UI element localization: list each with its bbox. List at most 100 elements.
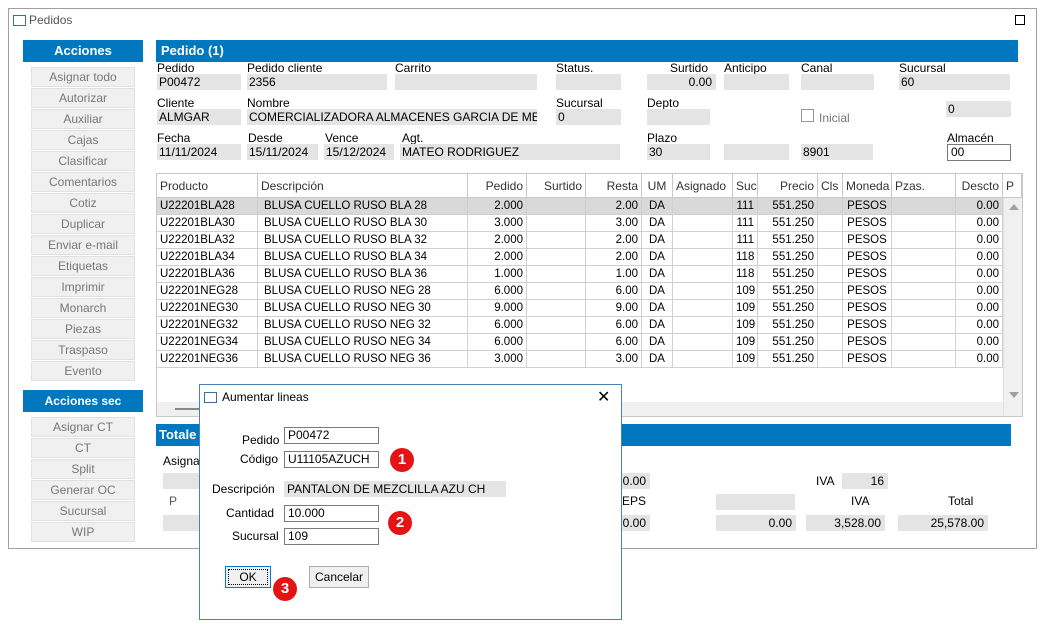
dlg-sucursal-input[interactable]: 109 xyxy=(284,528,379,545)
table-cell xyxy=(892,215,956,232)
col-header-moneda[interactable]: Moneda xyxy=(843,174,892,198)
accion-button-etiquetas[interactable]: Etiquetas xyxy=(31,256,135,276)
table-cell: 0.00 xyxy=(956,215,1003,232)
accion-button-clasificar[interactable]: Clasificar xyxy=(31,151,135,171)
cancel-button[interactable]: Cancelar xyxy=(309,566,369,588)
code-field[interactable]: 8901 xyxy=(801,144,873,160)
table-row[interactable]: U22201NEG30 BLUSA CUELLO RUSO NEG 30 9.000… xyxy=(157,300,1003,317)
desde-field[interactable]: 15/11/2024 xyxy=(247,144,318,160)
col-header-resta[interactable]: Resta xyxy=(586,174,642,198)
plazo-label: Plazo xyxy=(647,131,678,145)
accion-button-enviar-e-mail[interactable]: Enviar e-mail xyxy=(31,235,135,255)
table-row[interactable]: U22201BLA28 BLUSA CUELLO RUSO BLA 28 2.000… xyxy=(157,198,1003,215)
table-cell xyxy=(673,232,733,249)
close-icon[interactable]: ✕ xyxy=(597,387,610,407)
accion-sec-button-ct[interactable]: CT xyxy=(31,438,135,458)
accion-sec-button-generar-oc[interactable]: Generar OC xyxy=(31,480,135,500)
table-row[interactable]: U22201BLA34 BLUSA CUELLO RUSO BLA 34 2.000… xyxy=(157,249,1003,266)
accion-sec-button-asignar-ct[interactable]: Asignar CT xyxy=(31,417,135,437)
ok-button[interactable]: OK xyxy=(225,566,271,588)
col-header-pedido[interactable]: Pedido xyxy=(468,174,527,198)
maximize-icon[interactable] xyxy=(1015,15,1025,25)
col-header-asignado[interactable]: Asignado xyxy=(673,174,733,198)
table-row[interactable]: U22201BLA32 BLUSA CUELLO RUSO BLA 32 2.000… xyxy=(157,232,1003,249)
vence-field[interactable]: 15/12/2024 xyxy=(324,144,394,160)
anticipo-field[interactable] xyxy=(724,74,789,90)
accion-sec-button-sucursal[interactable]: Sucursal xyxy=(31,501,135,521)
accion-button-traspaso[interactable]: Traspaso xyxy=(31,340,135,360)
accion-button-cajas[interactable]: Cajas xyxy=(31,130,135,150)
table-cell xyxy=(892,317,956,334)
table-cell: 2.000 xyxy=(468,198,527,215)
pedido-field[interactable]: P00472 xyxy=(157,74,241,90)
sucursal2-field[interactable]: 0 xyxy=(556,109,621,125)
table-cell: U22201BLA32 xyxy=(157,232,258,249)
col-header-cls[interactable]: Cls xyxy=(818,174,843,198)
dlg-pedido-input[interactable]: P00472 xyxy=(284,427,379,444)
accion-button-asignar-todo[interactable]: Asignar todo xyxy=(31,67,135,87)
accion-button-duplicar[interactable]: Duplicar xyxy=(31,214,135,234)
scroll-down-icon[interactable] xyxy=(1009,392,1019,398)
dlg-cantidad-input[interactable]: 10.000 xyxy=(284,505,379,522)
table-row[interactable]: U22201NEG32 BLUSA CUELLO RUSO NEG 32 6.000… xyxy=(157,317,1003,334)
accion-button-evento[interactable]: Evento xyxy=(31,361,135,381)
col-header-precio[interactable]: Precio xyxy=(758,174,818,198)
col-header-suc-[interactable]: Suc. xyxy=(733,174,758,198)
table-cell: 6.00 xyxy=(586,317,642,334)
table-cell xyxy=(818,232,843,249)
table-cell: DA xyxy=(642,232,673,249)
fecha-field[interactable]: 11/11/2024 xyxy=(157,144,241,160)
sucursal-field[interactable]: 60 xyxy=(899,74,1010,90)
table-cell: 3.00 xyxy=(586,215,642,232)
table-cell: 111 xyxy=(733,215,758,232)
nombre-field[interactable]: COMERCIALIZADORA ALMACENES GARCIA DE MEX… xyxy=(247,109,537,125)
dlg-pedido-label: Pedido xyxy=(242,433,280,447)
almacen-input[interactable]: 00 xyxy=(947,144,1011,161)
col-header-producto[interactable]: Producto xyxy=(157,174,258,198)
accion-button-comentarios[interactable]: Comentarios xyxy=(31,172,135,192)
table-cell: 0.00 xyxy=(956,334,1003,351)
table-cell: 0.00 xyxy=(956,283,1003,300)
inicial-checkbox[interactable] xyxy=(801,109,814,122)
table-cell: 2.00 xyxy=(586,249,642,266)
depto-field[interactable] xyxy=(647,109,710,125)
col-header-descripci-n[interactable]: Descripción xyxy=(258,174,468,198)
cliente-field[interactable]: ALMGAR xyxy=(157,109,241,125)
table-cell xyxy=(527,334,586,351)
pedido-cliente-field[interactable]: 2356 xyxy=(247,74,387,90)
canal-field[interactable] xyxy=(801,74,874,90)
table-cell: 551.250 xyxy=(758,351,818,368)
accion-button-autorizar[interactable]: Autorizar xyxy=(31,88,135,108)
vence-label: Vence xyxy=(325,131,359,145)
accion-button-auxiliar[interactable]: Auxiliar xyxy=(31,109,135,129)
table-cell: DA xyxy=(642,249,673,266)
carrito-field[interactable] xyxy=(395,74,537,90)
table-row[interactable]: U22201NEG28 BLUSA CUELLO RUSO NEG 28 6.000… xyxy=(157,283,1003,300)
accion-button-piezas[interactable]: Piezas xyxy=(31,319,135,339)
table-row[interactable]: U22201NEG34 BLUSA CUELLO RUSO NEG 34 6.000… xyxy=(157,334,1003,351)
dlg-codigo-input[interactable]: U11105AZUCH xyxy=(284,451,379,468)
table-cell: BLUSA CUELLO RUSO BLA 36 xyxy=(258,266,468,283)
agt-field[interactable]: MATEO RODRIGUEZ xyxy=(400,144,620,160)
accion-sec-button-split[interactable]: Split xyxy=(31,459,135,479)
table-row[interactable]: U22201BLA36 BLUSA CUELLO RUSO BLA 36 1.000… xyxy=(157,266,1003,283)
col-header-surtido[interactable]: Surtido xyxy=(527,174,586,198)
accion-sec-button-wip[interactable]: WIP xyxy=(31,522,135,542)
accion-button-cotiz[interactable]: Cotiz xyxy=(31,193,135,213)
table-cell: PESOS xyxy=(843,317,892,334)
plazo-field[interactable]: 30 xyxy=(647,144,710,160)
accion-button-imprimir[interactable]: Imprimir xyxy=(31,277,135,297)
col-header-p[interactable]: P xyxy=(1003,174,1022,198)
table-row[interactable]: U22201NEG36 BLUSA CUELLO RUSO NEG 36 3.000… xyxy=(157,351,1003,368)
scroll-up-icon[interactable] xyxy=(1009,204,1019,210)
accion-button-monarch[interactable]: Monarch xyxy=(31,298,135,318)
col-header-um[interactable]: UM xyxy=(642,174,673,198)
table-row[interactable]: U22201BLA30 BLUSA CUELLO RUSO BLA 30 3.000… xyxy=(157,215,1003,232)
products-grid[interactable]: Producto Descripción Pedido Surtido Resta UM A… xyxy=(156,173,1023,417)
table-cell xyxy=(527,266,586,283)
col-header-descto[interactable]: Descto xyxy=(956,174,1003,198)
vertical-scrollbar[interactable] xyxy=(1003,198,1022,416)
col-header-pzas-[interactable]: Pzas. xyxy=(892,174,956,198)
aumentar-lineas-dialog: Aumentar lineas ✕ Pedido P00472 Código U… xyxy=(199,384,622,620)
table-cell: U22201NEG32 xyxy=(157,317,258,334)
